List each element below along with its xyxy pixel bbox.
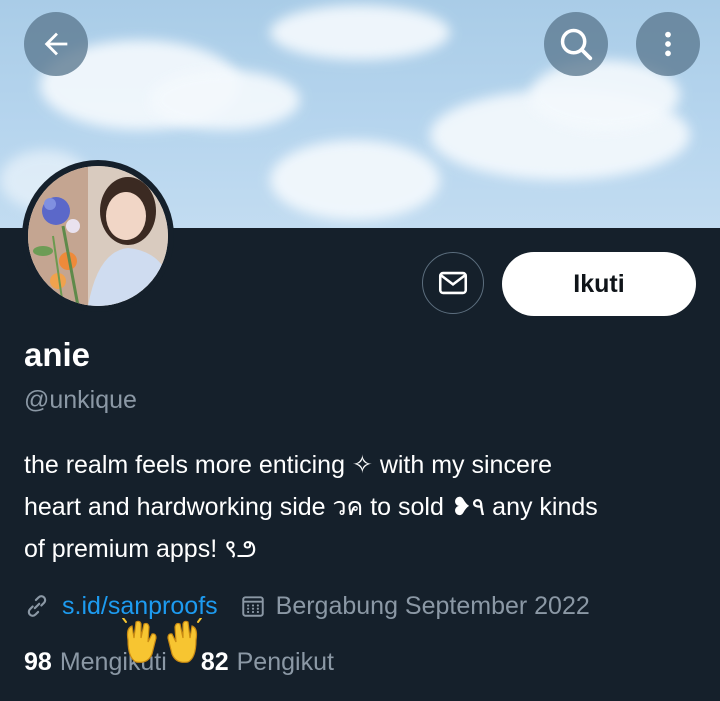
search-icon [560, 28, 593, 61]
avatar-photo [28, 166, 168, 306]
avatar[interactable] [22, 160, 174, 312]
bio-line: heart and hardworking side วค to sold ❥٩… [24, 493, 598, 521]
raised-hands-emoji [122, 618, 202, 663]
banner-cloud [150, 70, 300, 130]
followers-stat[interactable]: 82 Pengikut [201, 648, 334, 677]
user-handle: @unkique [24, 386, 137, 414]
avatar-illustration [28, 166, 168, 306]
message-button[interactable] [422, 252, 484, 314]
more-vertical-icon [665, 31, 671, 57]
banner-cloud [270, 140, 440, 220]
calendar-icon [241, 596, 264, 617]
banner-cloud [270, 5, 450, 60]
more-button[interactable] [636, 12, 700, 76]
profile-meta: s.id/sanproofs Bergabung September 2022 [24, 588, 590, 624]
display-name: anie [24, 336, 91, 373]
followers-label: Pengikut [236, 648, 334, 676]
bio-line: the realm feels more enticing ✧ with my … [24, 451, 553, 479]
following-count: 98 [24, 648, 52, 676]
mail-icon [438, 271, 468, 295]
search-button[interactable] [544, 12, 608, 76]
profile-bio: the realm feels more enticing ✧ with my … [24, 444, 704, 570]
joined-date: Bergabung September 2022 [275, 591, 590, 620]
website-link[interactable]: s.id/sanproofs [62, 592, 218, 621]
link-icon [27, 595, 47, 617]
follow-button[interactable]: Ikuti [502, 252, 696, 316]
bio-line: of premium apps! ९౨ [24, 535, 257, 563]
arrow-left-icon [44, 32, 68, 56]
followers-count: 82 [200, 648, 229, 676]
back-button[interactable] [24, 12, 88, 76]
